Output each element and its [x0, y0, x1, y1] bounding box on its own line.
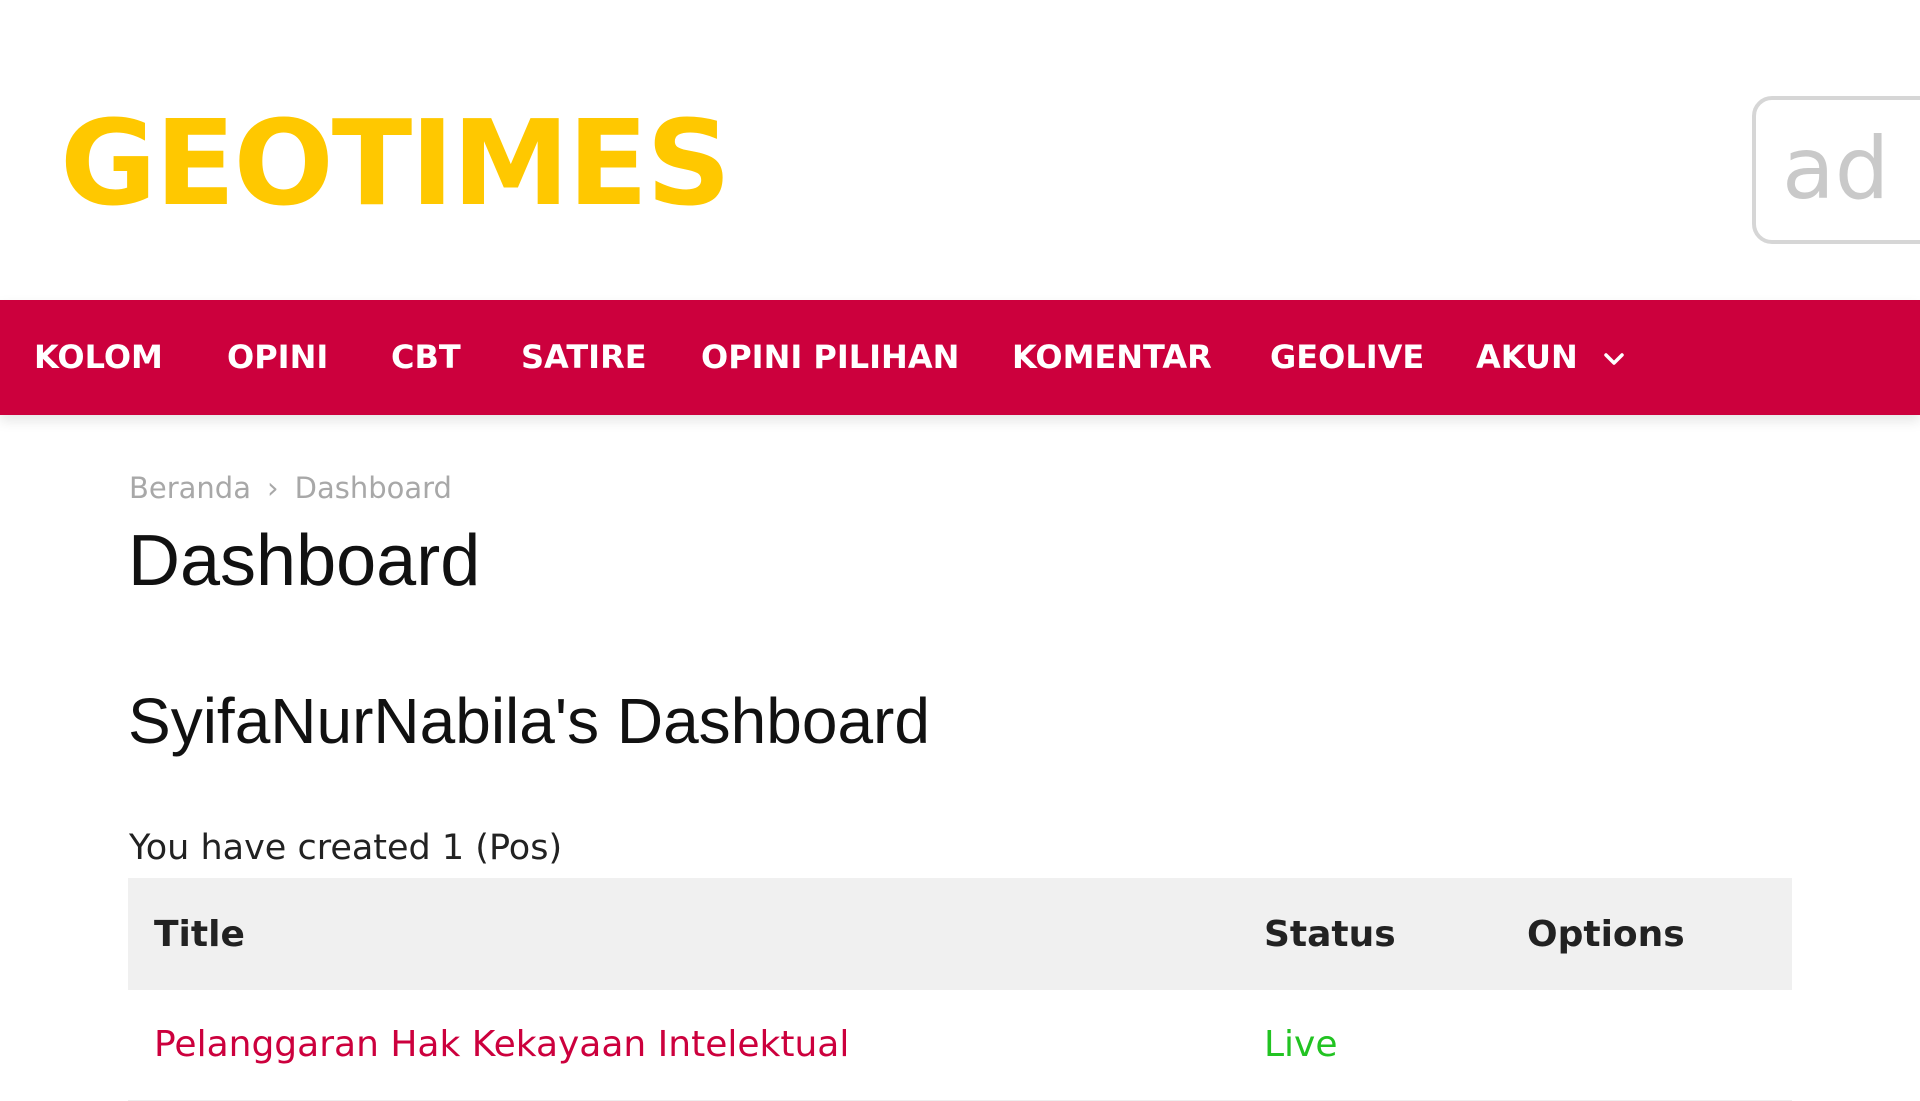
- breadcrumb-home-link[interactable]: Beranda: [129, 471, 251, 505]
- column-header-options: Options: [1501, 878, 1792, 990]
- nav-item-geolive[interactable]: GEOLIVE: [1270, 300, 1424, 415]
- post-title-link[interactable]: Pelanggaran Hak Kekayaan Intelektual: [154, 1024, 849, 1065]
- site-logo[interactable]: GEOTIMES: [60, 104, 731, 222]
- nav-item-kolom[interactable]: KOLOM: [34, 300, 163, 415]
- column-header-status: Status: [1238, 878, 1501, 990]
- nav-item-cbt[interactable]: CBT: [391, 300, 461, 415]
- nav-item-komentar[interactable]: KOMENTAR: [1012, 300, 1212, 415]
- column-header-title: Title: [128, 878, 1238, 990]
- breadcrumb-current: Dashboard: [294, 471, 452, 505]
- cell-title: Pelanggaran Hak Kekayaan Intelektual: [128, 990, 1238, 1101]
- nav-item-opini-pilihan[interactable]: OPINI PILIHAN: [701, 300, 959, 415]
- nav-item-akun-label: AKUN: [1476, 338, 1578, 376]
- main-nav: KOLOM OPINI CBT SATIRE OPINI PILIHAN KOM…: [0, 300, 1920, 415]
- breadcrumb: Beranda › Dashboard: [129, 471, 452, 505]
- nav-item-akun[interactable]: AKUN: [1476, 300, 1625, 415]
- cell-options: [1501, 990, 1792, 1101]
- dashboard-heading: SyifaNurNabila's Dashboard: [128, 685, 930, 757]
- site-header: GEOTIMES ad: [0, 0, 1920, 300]
- status-badge: Live: [1264, 1024, 1338, 1066]
- nav-item-opini[interactable]: OPINI: [227, 300, 328, 415]
- posts-table: Title Status Options Pelanggaran Hak Kek…: [128, 878, 1792, 1101]
- cell-status: Live: [1238, 990, 1501, 1101]
- chevron-down-icon: [1603, 298, 1625, 413]
- ad-label: ad: [1782, 119, 1890, 219]
- breadcrumb-separator: ›: [267, 471, 279, 505]
- nav-item-satire[interactable]: SATIRE: [521, 300, 647, 415]
- page-title: Dashboard: [128, 521, 481, 601]
- table-row: Pelanggaran Hak Kekayaan Intelektual Liv…: [128, 990, 1792, 1101]
- posts-count-text: You have created 1 (Pos): [129, 828, 563, 868]
- table-header-row: Title Status Options: [128, 878, 1792, 990]
- ad-badge: ad: [1752, 96, 1920, 244]
